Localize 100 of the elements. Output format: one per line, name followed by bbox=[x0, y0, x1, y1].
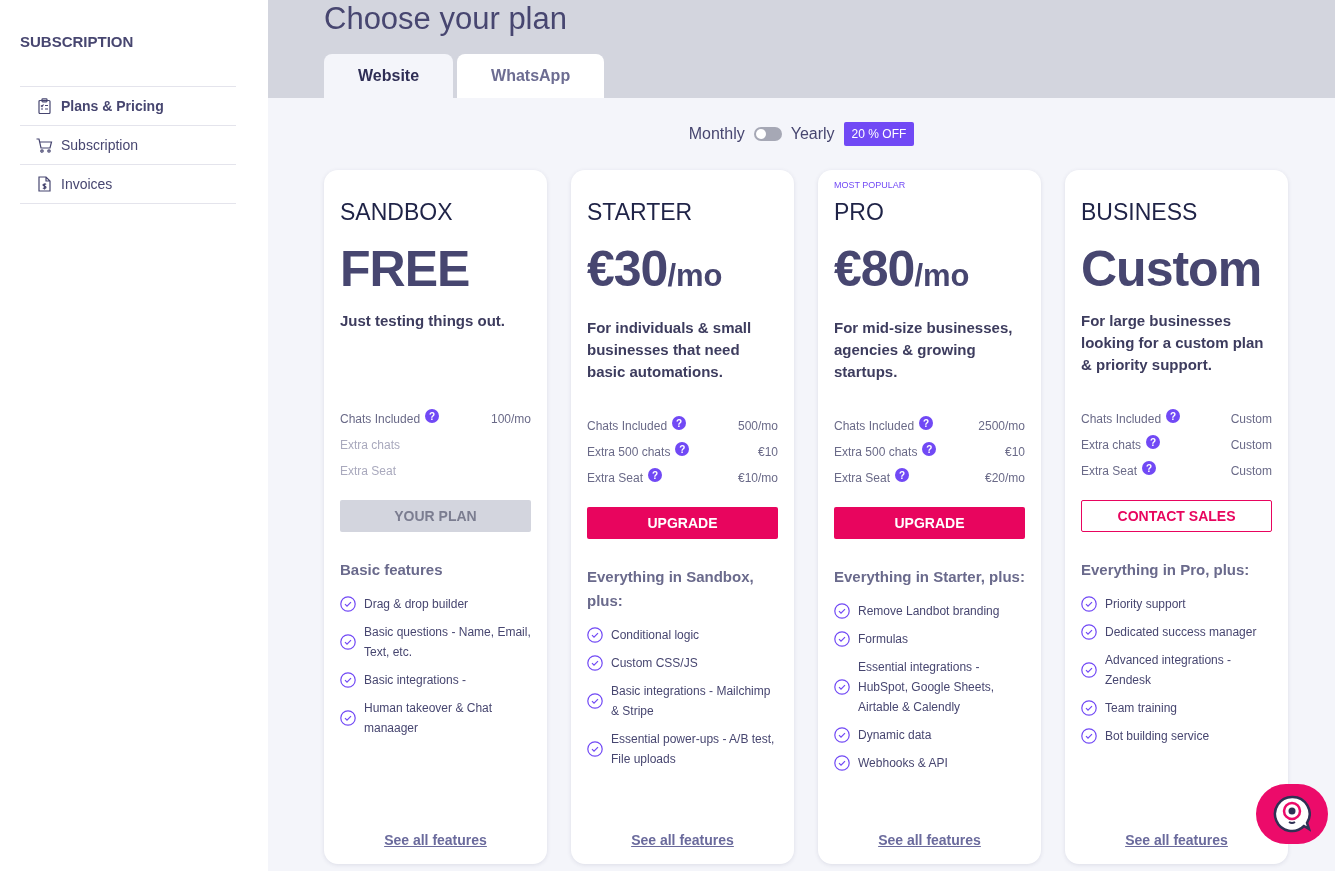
see-features-link[interactable]: See all features bbox=[1125, 832, 1228, 848]
clipboard-icon bbox=[38, 98, 51, 114]
plan-price: €30/mo bbox=[587, 240, 724, 299]
plan-tab[interactable]: WhatsApp bbox=[457, 54, 605, 98]
plan-description: For mid-size businesses, agencies & growing startups. bbox=[834, 318, 1014, 382]
sidebar-item[interactable]: Subscription bbox=[20, 126, 236, 165]
check-circle-icon bbox=[1081, 596, 1097, 612]
check-circle-icon bbox=[834, 755, 850, 771]
section-title: SUBSCRIPTION bbox=[20, 33, 135, 50]
feature-text: Custom CSS/JS bbox=[611, 655, 698, 672]
chat-bot-button[interactable] bbox=[1256, 784, 1328, 844]
plan-name: STARTER bbox=[587, 198, 694, 226]
feature-text: Dynamic data bbox=[858, 727, 932, 744]
check-circle-icon bbox=[340, 710, 356, 726]
plan-button[interactable]: UPGRADE bbox=[587, 507, 778, 539]
feature-text: Essential power-ups - A/B test, File uploads bbox=[611, 731, 776, 768]
check-circle-icon bbox=[834, 603, 850, 619]
help-icon[interactable]: ? bbox=[648, 468, 663, 482]
feature-text: Advanced integrations - Zendesk bbox=[1105, 652, 1233, 689]
plan-name: SANDBOX bbox=[340, 198, 454, 226]
check-circle-icon bbox=[834, 679, 850, 695]
spec-label: Chats Included bbox=[1081, 412, 1162, 426]
spec-label: Extra Seat bbox=[587, 471, 644, 485]
help-icon[interactable]: ? bbox=[1142, 461, 1157, 475]
feature-text: Formulas bbox=[858, 631, 908, 648]
see-features-link[interactable]: See all features bbox=[631, 832, 734, 848]
feature-text: Basic integrations - Mailchimp & Stripe bbox=[611, 683, 772, 720]
spec-value: Custom bbox=[1230, 412, 1272, 426]
features-heading: Everything in Pro, plus: bbox=[1081, 560, 1251, 580]
spec-label: Extra Seat bbox=[340, 464, 397, 478]
plan-button[interactable]: UPGRADE bbox=[834, 507, 1025, 539]
check-circle-icon bbox=[1081, 700, 1097, 716]
billing-switch[interactable] bbox=[753, 127, 782, 141]
feature-text: Remove Landbot branding bbox=[858, 603, 1000, 620]
check-circle-icon bbox=[1081, 662, 1097, 678]
check-circle-icon bbox=[340, 634, 356, 650]
sidebar-item[interactable]: Plans & Pricing bbox=[20, 87, 236, 126]
plan-price: €80/mo bbox=[834, 240, 971, 299]
help-icon[interactable]: ? bbox=[919, 416, 934, 430]
sidebar-item[interactable]: Invoices bbox=[20, 165, 236, 204]
check-circle-icon bbox=[587, 693, 603, 709]
page-title: Choose your plan bbox=[324, 0, 568, 38]
feature-text: Essential integrations - HubSpot, Google Sheets, Airtable & Calendly bbox=[858, 659, 996, 716]
help-icon[interactable]: ? bbox=[1166, 409, 1181, 423]
check-circle-icon bbox=[1081, 624, 1097, 640]
spec-label: Extra 500 chats bbox=[587, 445, 671, 459]
check-circle-icon bbox=[1081, 728, 1097, 744]
chat-bot-icon bbox=[1273, 795, 1311, 833]
discount-badge: 20 % OFF bbox=[843, 122, 915, 146]
spec-label: Extra Seat bbox=[834, 471, 891, 485]
feature-text: Priority support bbox=[1105, 596, 1186, 613]
help-icon[interactable]: ? bbox=[425, 409, 440, 423]
spec-label: Chats Included bbox=[340, 412, 421, 426]
plan-description: For individuals & small businesses that need basic automations. bbox=[587, 318, 753, 382]
spec-label: Extra chats bbox=[340, 438, 401, 452]
plan-name: BUSINESS bbox=[1081, 198, 1199, 226]
check-circle-icon bbox=[587, 741, 603, 757]
monthly-label: Monthly bbox=[688, 125, 745, 143]
help-icon[interactable]: ? bbox=[1146, 435, 1161, 449]
feature-text: Conditional logic bbox=[611, 627, 700, 644]
spec-value: Custom bbox=[1230, 438, 1272, 452]
plan-tab[interactable]: Website bbox=[324, 54, 454, 98]
plan-price: Custom bbox=[1081, 240, 1263, 299]
help-icon[interactable]: ? bbox=[675, 442, 690, 456]
see-features-link[interactable]: See all features bbox=[384, 832, 487, 848]
check-circle-icon bbox=[340, 672, 356, 688]
feature-text: Team training bbox=[1105, 700, 1178, 717]
check-circle-icon bbox=[587, 655, 603, 671]
plan-button[interactable]: CONTACT SALES bbox=[1081, 500, 1272, 532]
features-heading: Everything in Starter, plus: bbox=[834, 567, 1025, 587]
plan-name: PRO bbox=[834, 198, 885, 226]
see-features-link[interactable]: See all features bbox=[878, 832, 981, 848]
spec-label: Extra chats bbox=[1081, 438, 1142, 452]
features-heading: Basic features bbox=[340, 560, 444, 580]
help-icon[interactable]: ? bbox=[672, 416, 687, 430]
spec-value: €10 bbox=[757, 445, 778, 459]
spec-value: Custom bbox=[1230, 464, 1272, 478]
check-circle-icon bbox=[340, 596, 356, 612]
plan-description: For large businesses looking for a custom plan & priority support. bbox=[1081, 311, 1265, 375]
spec-label: Extra Seat bbox=[1081, 464, 1138, 478]
features-heading: Everything in Sandbox, plus: bbox=[587, 567, 755, 611]
check-circle-icon bbox=[834, 727, 850, 743]
yearly-label: Yearly bbox=[790, 125, 835, 143]
plan-description: Just testing things out. bbox=[340, 311, 506, 331]
plan-price: FREE bbox=[340, 240, 471, 299]
invoice-icon bbox=[38, 176, 51, 192]
feature-text: Human takeover & Chat manaager bbox=[364, 700, 494, 737]
help-icon[interactable]: ? bbox=[922, 442, 937, 456]
spec-value: €10/mo bbox=[737, 471, 778, 485]
spec-label: Extra 500 chats bbox=[834, 445, 918, 459]
feature-text: Bot building service bbox=[1105, 728, 1210, 745]
feature-text: Dedicated success manager bbox=[1105, 624, 1257, 641]
spec-label: Chats Included bbox=[834, 419, 915, 433]
help-icon[interactable]: ? bbox=[895, 468, 910, 482]
spec-value: €10 bbox=[1004, 445, 1025, 459]
cart-icon bbox=[36, 137, 53, 153]
feature-text: Basic questions - Name, Email, Text, etc. bbox=[364, 624, 531, 661]
check-circle-icon bbox=[587, 627, 603, 643]
spec-value: 500/mo bbox=[737, 419, 778, 433]
check-circle-icon bbox=[834, 631, 850, 647]
